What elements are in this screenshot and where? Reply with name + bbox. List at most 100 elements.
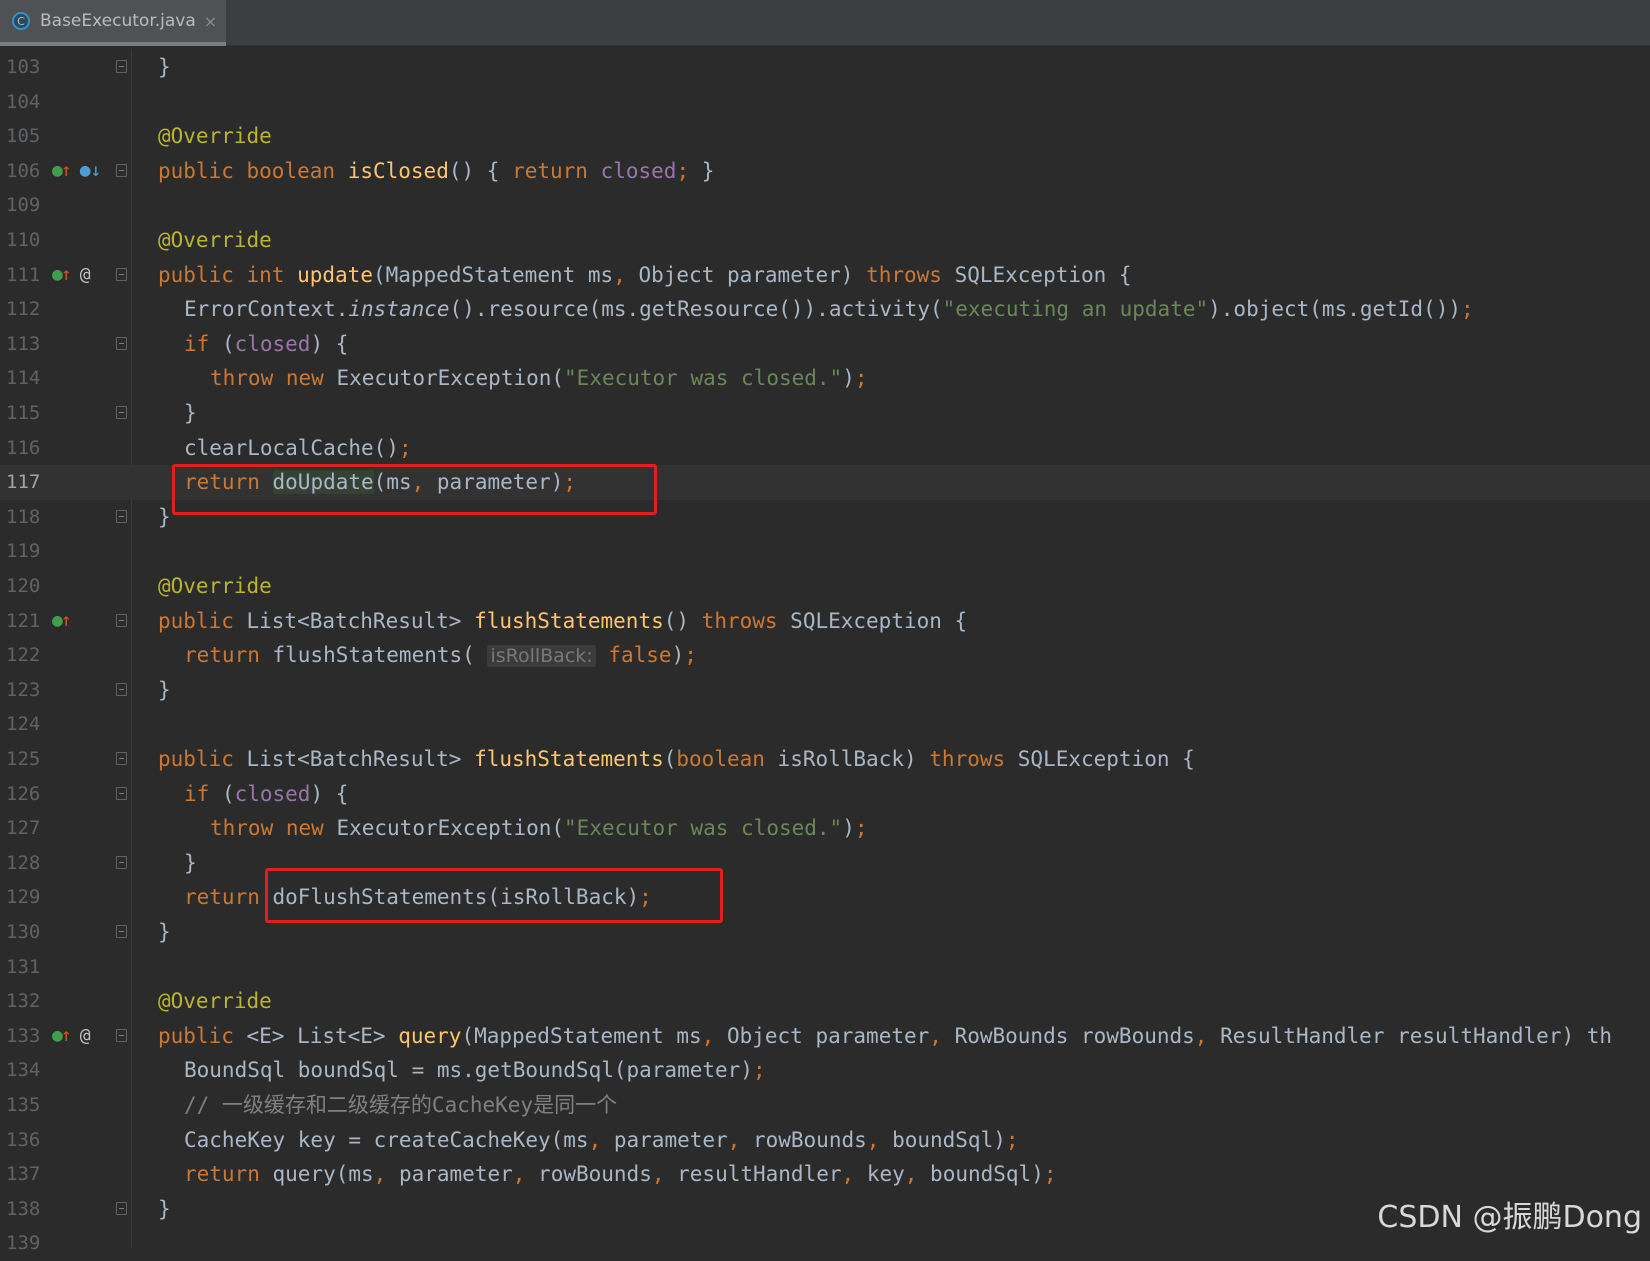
- line-number[interactable]: 136: [6, 1123, 46, 1158]
- line-number[interactable]: 130: [6, 915, 46, 950]
- line-number[interactable]: 112: [6, 292, 46, 327]
- gutter-icons[interactable]: ●↑ @: [52, 258, 91, 293]
- code-line[interactable]: 116 clearLocalCache();: [0, 431, 1650, 466]
- line-number[interactable]: 139: [6, 1226, 46, 1261]
- line-number[interactable]: 137: [6, 1157, 46, 1192]
- line-number[interactable]: 132: [6, 984, 46, 1019]
- fold-marker-icon[interactable]: [116, 855, 127, 869]
- code-line[interactable]: 123}: [0, 673, 1650, 708]
- line-number[interactable]: 117: [6, 465, 46, 500]
- line-number[interactable]: 124: [6, 707, 46, 742]
- line-number[interactable]: 118: [6, 500, 46, 535]
- code-line[interactable]: 119: [0, 534, 1650, 569]
- gutter-icons[interactable]: ●↑: [52, 604, 72, 639]
- fold-marker-icon[interactable]: [116, 267, 127, 281]
- code-line[interactable]: 126 if (closed) {: [0, 777, 1650, 812]
- code-line[interactable]: 124: [0, 707, 1650, 742]
- fold-marker-icon[interactable]: [116, 1028, 127, 1042]
- editor-tab-bar: C BaseExecutor.java ×: [0, 0, 1650, 46]
- fold-marker-icon[interactable]: [116, 613, 127, 627]
- gutter-icons[interactable]: ●↑ ●↓: [52, 154, 101, 189]
- line-number[interactable]: 110: [6, 223, 46, 258]
- code-line[interactable]: 103}: [0, 50, 1650, 85]
- gutter-icons[interactable]: ●↑ @: [52, 1019, 91, 1054]
- arrow-up-icon: ↑: [60, 263, 72, 285]
- line-number[interactable]: 127: [6, 811, 46, 846]
- code-line[interactable]: 110 @Override: [0, 223, 1650, 258]
- line-number[interactable]: 113: [6, 327, 46, 362]
- code-text: // 一级缓存和二级缓存的CacheKey是同一个: [184, 1093, 618, 1117]
- fold-marker-icon[interactable]: [116, 60, 127, 73]
- code-text: }: [158, 920, 171, 944]
- line-number[interactable]: 123: [6, 673, 46, 708]
- line-number[interactable]: 111: [6, 258, 46, 293]
- line-number[interactable]: 125: [6, 742, 46, 777]
- fold-marker-icon[interactable]: [116, 752, 127, 765]
- code-line[interactable]: 114 throw new ExecutorException("Executor…: [0, 361, 1650, 396]
- close-icon[interactable]: ×: [204, 12, 217, 31]
- code-text: }: [158, 677, 171, 702]
- line-number[interactable]: 116: [6, 431, 46, 466]
- fold-marker-icon[interactable]: [116, 509, 127, 523]
- code-line[interactable]: 115}: [0, 396, 1650, 431]
- code-line[interactable]: 130}: [0, 915, 1650, 950]
- line-number[interactable]: 135: [6, 1088, 46, 1123]
- code-line[interactable]: 127 throw new ExecutorException("Executor…: [0, 811, 1650, 846]
- line-number[interactable]: 115: [6, 396, 46, 431]
- code-line[interactable]: 104: [0, 85, 1650, 120]
- code-line[interactable]: 113 if (closed) {: [0, 327, 1650, 362]
- code-line[interactable]: 134 BoundSql boundSql = ms.getBoundSql(pa…: [0, 1053, 1650, 1088]
- code-line[interactable]: 112 ErrorContext.instance().resource(ms.g…: [0, 292, 1650, 327]
- line-number[interactable]: 138: [6, 1192, 46, 1227]
- at-icon[interactable]: @: [80, 264, 91, 285]
- fold-marker-icon[interactable]: [116, 406, 127, 419]
- line-number[interactable]: 120: [6, 569, 46, 604]
- fold-marker-icon[interactable]: [116, 786, 127, 800]
- code-line[interactable]: 122 return flushStatements( isRollBack: f…: [0, 638, 1650, 673]
- code-line[interactable]: 111 ●↑ @ public int update(MappedStatement …: [0, 258, 1650, 293]
- fold-marker-icon[interactable]: [116, 1201, 127, 1215]
- code-line[interactable]: 136 CacheKey key = createCacheKey(ms, par…: [0, 1123, 1650, 1158]
- watermark: CSDN @振鹏Dong: [1377, 1200, 1642, 1235]
- line-number[interactable]: 131: [6, 950, 46, 985]
- line-number[interactable]: 109: [6, 188, 46, 223]
- line-number[interactable]: 129: [6, 880, 46, 915]
- code-line[interactable]: 125 public List<BatchResult> flushStateme…: [0, 742, 1650, 777]
- code-line[interactable]: 129 return doFlushStatements(isRollBack);: [0, 880, 1650, 915]
- fold-marker-icon[interactable]: [116, 682, 127, 696]
- overridden-icon[interactable]: ●↓: [80, 160, 102, 181]
- line-number[interactable]: 119: [6, 534, 46, 569]
- code-line[interactable]: 137 return query(ms, parameter, rowBounds…: [0, 1157, 1650, 1192]
- code-line[interactable]: 133 ●↑ @ public <E> List<E> query(MappedSta…: [0, 1019, 1650, 1054]
- fold-marker-icon[interactable]: [116, 336, 127, 350]
- line-number[interactable]: 133: [6, 1019, 46, 1054]
- line-number[interactable]: 134: [6, 1053, 46, 1088]
- line-number[interactable]: 122: [6, 638, 46, 673]
- line-number[interactable]: 114: [6, 361, 46, 396]
- code-text: @Override: [158, 989, 272, 1014]
- code-line[interactable]: 109: [0, 188, 1650, 223]
- code-text: @Override: [158, 228, 272, 252]
- fold-marker-icon[interactable]: [116, 163, 127, 177]
- tab-baseexecutor-java[interactable]: C BaseExecutor.java ×: [0, 0, 226, 46]
- line-number[interactable]: 121: [6, 604, 46, 639]
- line-number[interactable]: 126: [6, 777, 46, 812]
- line-number[interactable]: 104: [6, 85, 46, 120]
- code-text: }: [158, 55, 171, 79]
- line-number[interactable]: 106: [6, 154, 46, 189]
- code-line[interactable]: 106 ●↑ ●↓ public boolean isClosed() { retur…: [0, 154, 1650, 189]
- code-line[interactable]: 132 @Override: [0, 984, 1650, 1019]
- line-number[interactable]: 128: [6, 846, 46, 881]
- code-line[interactable]: 120 @Override: [0, 569, 1650, 604]
- code-line[interactable]: 135 // 一级缓存和二级缓存的CacheKey是同一个: [0, 1088, 1650, 1123]
- code-line[interactable]: 128}: [0, 846, 1650, 881]
- code-line[interactable]: 121 ●↑ public List<BatchResult> flushState…: [0, 604, 1650, 639]
- code-line[interactable]: 105 @Override: [0, 119, 1650, 154]
- line-number[interactable]: 103: [6, 50, 46, 85]
- code-editor[interactable]: 103} 104 105 @Override 106 ●↑ ●↓ public boolean…: [0, 49, 1650, 1254]
- code-text: }: [184, 850, 197, 875]
- fold-marker-icon[interactable]: [116, 925, 127, 938]
- code-line[interactable]: 131: [0, 950, 1650, 985]
- at-icon[interactable]: @: [80, 1025, 91, 1046]
- line-number[interactable]: 105: [6, 119, 46, 154]
